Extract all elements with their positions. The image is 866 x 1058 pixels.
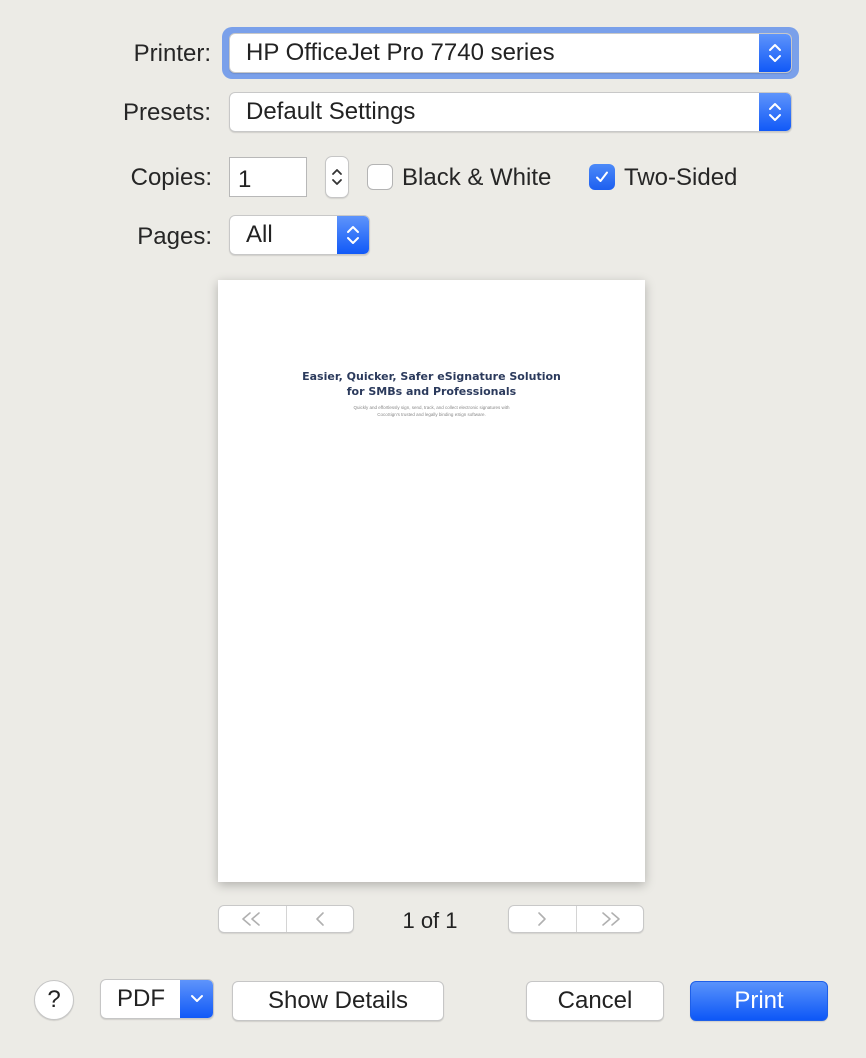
black-white-label[interactable]: Black & White xyxy=(402,164,551,192)
cancel-button[interactable]: Cancel xyxy=(526,981,664,1021)
presets-label: Presets: xyxy=(122,99,211,126)
double-chevron-right-icon xyxy=(601,912,620,926)
preview-title-line: Easier, Quicker, Safer eSignature Soluti… xyxy=(302,370,561,383)
show-details-button[interactable]: Show Details xyxy=(232,981,444,1021)
black-white-checkbox[interactable] xyxy=(367,164,393,190)
preview-title-line: for SMBs and Professionals xyxy=(346,385,517,398)
last-page-button[interactable] xyxy=(575,906,644,932)
page-preview: Easier, Quicker, Safer eSignature Soluti… xyxy=(218,280,645,882)
next-page-button[interactable] xyxy=(509,906,576,932)
up-down-chevron-icon xyxy=(759,34,791,72)
next-page-group xyxy=(508,905,644,933)
preview-subtitle-line: Quickly and effortlessly sign, send, tra… xyxy=(353,405,510,410)
print-button[interactable]: Print xyxy=(690,981,828,1021)
two-sided-checkbox[interactable] xyxy=(589,164,615,190)
chevron-right-icon xyxy=(538,912,547,926)
stepper-arrows-icon xyxy=(332,169,342,185)
up-down-chevron-icon xyxy=(337,216,369,254)
previous-page-button[interactable] xyxy=(285,906,354,932)
printer-select[interactable]: HP OfficeJet Pro 7740 series xyxy=(229,33,792,73)
preview-subtitle: Quickly and effortlessly sign, send, tra… xyxy=(218,404,645,418)
copies-label: Copies: xyxy=(130,164,212,191)
help-button[interactable]: ? xyxy=(34,980,74,1020)
double-chevron-left-icon xyxy=(242,912,261,926)
pages-select[interactable]: All xyxy=(229,215,370,255)
pages-select-value: All xyxy=(246,221,273,248)
preview-subtitle-line: CocoSign's trusted and legally binding e… xyxy=(377,412,486,417)
pdf-label: PDF xyxy=(117,985,165,1012)
up-down-chevron-icon xyxy=(759,93,791,131)
pdf-menu-button[interactable]: PDF xyxy=(100,979,214,1019)
printer-label: Printer: xyxy=(133,40,211,67)
question-mark-icon: ? xyxy=(47,986,61,1013)
first-page-button[interactable] xyxy=(219,906,286,932)
presets-select[interactable]: Default Settings xyxy=(229,92,792,132)
two-sided-label[interactable]: Two-Sided xyxy=(624,164,737,192)
copies-input[interactable]: 1 xyxy=(229,157,307,197)
checkmark-icon xyxy=(596,171,608,182)
printer-select-value: HP OfficeJet Pro 7740 series xyxy=(246,39,555,66)
prev-page-group xyxy=(218,905,354,933)
presets-select-value: Default Settings xyxy=(246,98,416,125)
chevron-left-icon xyxy=(315,912,324,926)
copies-stepper[interactable] xyxy=(325,156,349,198)
page-indicator: 1 of 1 xyxy=(402,908,458,933)
chevron-down-icon[interactable] xyxy=(180,980,213,1018)
preview-title: Easier, Quicker, Safer eSignature Soluti… xyxy=(218,369,645,399)
pages-label: Pages: xyxy=(137,223,212,250)
